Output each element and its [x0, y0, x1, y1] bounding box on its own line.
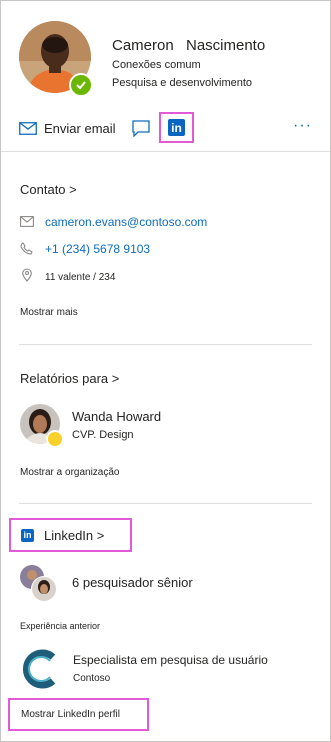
last-name: Nascimento	[186, 37, 266, 54]
reports-to-title[interactable]: Relatórios para >	[20, 371, 119, 386]
manager-name[interactable]: Wanda Howard	[72, 409, 161, 424]
divider	[1, 151, 330, 152]
email-link[interactable]: cameron.evans@contoso.com	[45, 215, 207, 229]
presence-available-icon	[69, 73, 93, 97]
show-linkedin-profile-label: Mostrar LinkedIn perfil	[21, 709, 120, 720]
location-icon	[22, 268, 32, 282]
linkedin-section-title[interactable]: in LinkedIn >	[9, 518, 132, 552]
linkedin-icon: in	[21, 528, 34, 542]
contact-section-title[interactable]: Contato >	[20, 182, 77, 197]
divider	[19, 344, 312, 345]
mutual-connections: Conexões comum	[112, 59, 201, 71]
send-email-label: Enviar email	[44, 121, 116, 136]
mutual-researchers[interactable]: 6 pesquisador sênior	[72, 575, 193, 590]
first-name: Cameron	[112, 37, 174, 54]
manager-title: CVP. Design	[72, 429, 134, 441]
location-text: 11 valente / 234	[45, 272, 116, 283]
linkedin-button[interactable]: in	[159, 112, 194, 143]
profile-card: Cameron Nascimento Conexões comum Pesqui…	[0, 0, 331, 742]
linkedin-title-label: LinkedIn >	[44, 527, 105, 543]
department: Pesquisa e desenvolvimento	[112, 77, 253, 89]
mail-icon	[20, 216, 34, 227]
chat-icon	[132, 120, 150, 138]
job-title: Especialista em pesquisa de usuário	[73, 653, 268, 667]
previous-experience-label: Experiência anterior	[20, 621, 101, 631]
company-name: Contoso	[73, 673, 111, 684]
presence-away-icon	[46, 430, 64, 448]
send-email-button[interactable]: Enviar email	[19, 121, 116, 136]
phone-icon	[20, 242, 33, 255]
show-organization-link[interactable]: Mostrar a organização	[20, 467, 120, 478]
phone-link[interactable]: +1 (234) 5678 9103	[45, 242, 150, 256]
divider	[19, 503, 312, 504]
linkedin-icon: in	[168, 119, 185, 136]
mail-icon	[19, 122, 37, 135]
contoso-logo	[20, 649, 60, 689]
show-more-link[interactable]: Mostrar mais	[20, 307, 78, 318]
more-options-button[interactable]: ···	[293, 117, 312, 135]
show-linkedin-profile-link[interactable]: Mostrar LinkedIn perfil	[8, 698, 149, 731]
chat-button[interactable]	[132, 120, 150, 142]
mutual-avatars[interactable]	[19, 564, 57, 602]
